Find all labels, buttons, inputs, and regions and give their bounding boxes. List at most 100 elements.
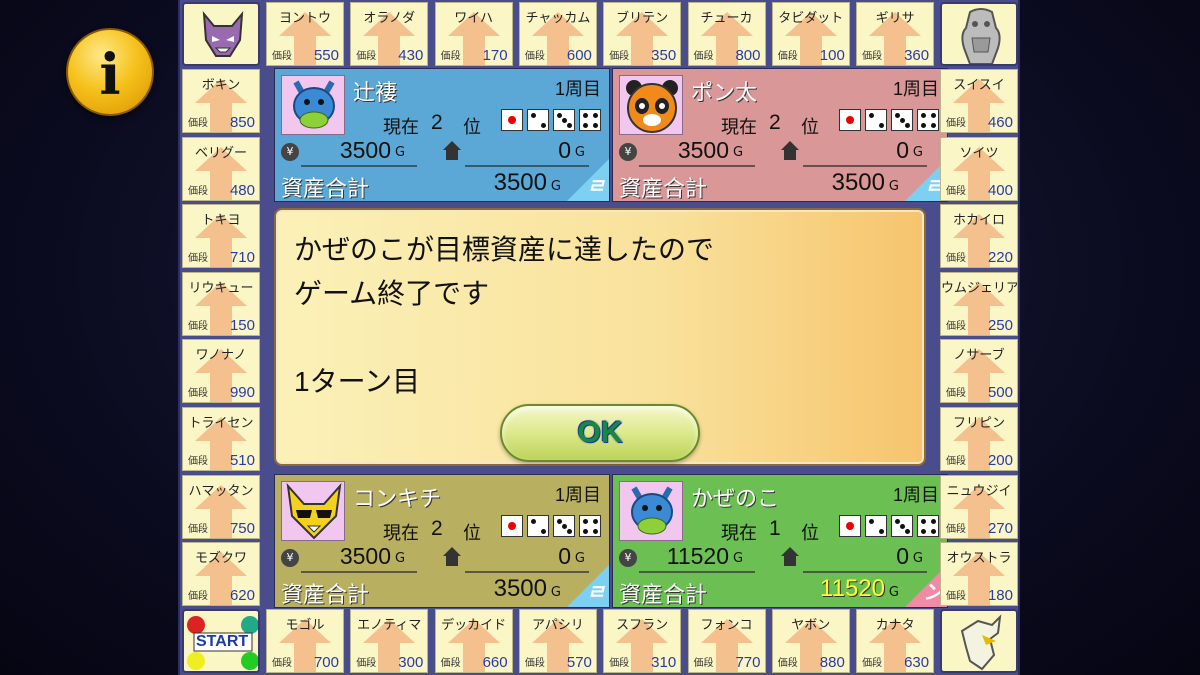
tile-name: ノサーブ (953, 347, 1005, 363)
tile-name: タビダット (778, 10, 844, 25)
tile-name: スフラン (616, 617, 669, 632)
property-tile[interactable]: チューカ 価段 800 (687, 2, 766, 66)
property-tile[interactable]: ヤボン 価段 880 (771, 609, 850, 673)
player-avatar (619, 481, 683, 541)
stone-statue-icon (961, 8, 1001, 64)
player-panel: 辻褄 1周目 現在 2 位 ¥3500 G 0 G 資産合計 3500 G ㄹ (274, 68, 610, 202)
tile-name: ニュウジイ (946, 482, 1012, 498)
arrow-stem (210, 304, 232, 335)
property-tile[interactable]: フォンコ価段 770 (687, 609, 766, 673)
tile-price: 770 (735, 654, 761, 671)
property-tile[interactable]: エノティマ 価段 300 (350, 609, 429, 673)
rank-number: 2 (431, 111, 443, 134)
arrow-stem (631, 642, 654, 672)
property-tile[interactable]: ソイツ 価段 400 (940, 136, 1018, 201)
property-tile[interactable]: ギリサ 価段 360 (856, 2, 935, 66)
property-tile[interactable]: モズクワ 価段 620 (182, 542, 260, 607)
dice-row (501, 515, 601, 537)
property-tile[interactable]: フリピン 価段 200 (940, 407, 1018, 471)
property-tile[interactable]: モゴル 価段 700 (266, 609, 344, 673)
property-tile[interactable]: ニュウジイ 価段 270 (940, 474, 1018, 539)
tile-price-label: 価段 (524, 51, 545, 62)
arrow-stem (294, 35, 316, 65)
property-tile[interactable]: オウストラ 価段 180 (940, 542, 1018, 607)
info-button[interactable]: i (66, 28, 154, 116)
property-tile[interactable]: トライセン 価段 510 (182, 407, 260, 471)
dice-row (501, 109, 601, 131)
property-tile[interactable]: スフラン 価段 310 (603, 609, 682, 673)
player-avatar (281, 481, 345, 541)
tile-price-label: 価段 (946, 320, 966, 332)
player-avatar (281, 75, 345, 135)
player-lap: 1周目 (892, 79, 939, 99)
property-tile[interactable]: カナタ 価段 630 (856, 609, 935, 673)
rank-label: 現在 (383, 117, 419, 137)
tile-price-label: 価段 (777, 51, 798, 62)
corner-bottom-right (940, 609, 1018, 673)
arrow-stem (968, 304, 990, 335)
tile-price-label: 価段 (188, 523, 208, 535)
arrow-stem (546, 642, 569, 672)
tile-name: モズクワ (194, 550, 247, 566)
dice-icon (579, 515, 601, 537)
property-tile[interactable]: ベリグー 価段 480 (182, 136, 260, 201)
property-tile[interactable]: ヨントウ 価段 550 (266, 2, 344, 66)
dice-icon (839, 109, 861, 131)
property-tile[interactable]: ブリテン 価段 350 (603, 2, 682, 66)
house-icon (443, 141, 461, 161)
property-tile[interactable]: アパシリ 価段 570 (518, 609, 597, 673)
dialog-message-line-1: かぜのこが目標資産に達したので (294, 234, 715, 265)
asset-total: 3500 (493, 169, 547, 196)
rank-label: 現在 (383, 523, 419, 543)
fox-sunglasses-avatar-icon (286, 482, 342, 540)
corner-top-right (940, 2, 1018, 66)
dice-icon (527, 515, 549, 537)
tile-price: 500 (987, 384, 1013, 402)
property-tile[interactable]: オラノダ 価段 430 (350, 2, 429, 66)
property-tile[interactable]: ワイハ 価段 170 (434, 2, 513, 66)
dice-icon (865, 109, 887, 131)
tile-price: 750 (229, 519, 255, 537)
tile-name: チューカ (700, 10, 753, 25)
yen-icon: ¥ (619, 549, 637, 567)
arrow-stem (968, 169, 990, 200)
tile-name: フォンコ (700, 617, 753, 632)
dice-icon (553, 109, 575, 131)
tile-price: 510 (229, 452, 255, 469)
tile-name: スイスイ (953, 77, 1005, 92)
tile-price-label: 価段 (693, 51, 714, 62)
tile-price-label: 価段 (946, 591, 966, 603)
asset-total: 3500 (493, 575, 547, 602)
property-tile[interactable]: デッカイド 価段 660 (434, 609, 513, 673)
property-tile[interactable]: リウキュー 価段 150 (182, 271, 260, 336)
property-tile[interactable]: トキヨ 価段 710 (182, 204, 260, 269)
arrow-stem (210, 372, 232, 403)
ok-button[interactable]: OK (500, 404, 700, 462)
tile-price: 150 (229, 316, 255, 334)
property-tile[interactable]: ホカイロ 価段 220 (940, 204, 1018, 269)
currency-unit: G (574, 145, 585, 160)
currency-unit: G (550, 585, 561, 600)
tile-price: 100 (819, 47, 845, 64)
arrow-stem (378, 35, 401, 65)
divider (639, 165, 755, 167)
tile-price-label: 価段 (946, 253, 966, 265)
property-tile[interactable]: ボキン 価段 850 (182, 69, 260, 133)
property-tile[interactable]: ノサーブ 価段 500 (940, 339, 1018, 404)
tile-price-label: 価段 (946, 523, 966, 535)
property-tile[interactable]: チャッカム 価段 600 (518, 2, 597, 66)
property-tile[interactable]: ハマッタン 価段 750 (182, 474, 260, 539)
property-tile[interactable]: ウムジェリア 価段 250 (940, 271, 1018, 336)
tile-name: リウキュー (188, 279, 254, 295)
property-tile[interactable]: ワノナノ 価段 990 (182, 339, 260, 404)
griffin-icon (960, 614, 1002, 671)
tile-name: ヤボン (791, 617, 831, 632)
dice-icon (501, 109, 523, 131)
tile-price-label: 価段 (188, 456, 208, 467)
tile-price: 710 (229, 249, 255, 267)
tile-price-label: 価段 (693, 658, 714, 669)
property-tile[interactable]: スイスイ 価段 460 (940, 69, 1018, 133)
arrow-stem (294, 642, 316, 672)
player-money: 3500 (339, 137, 391, 163)
property-tile[interactable]: タビダット価段 100 (771, 2, 850, 66)
